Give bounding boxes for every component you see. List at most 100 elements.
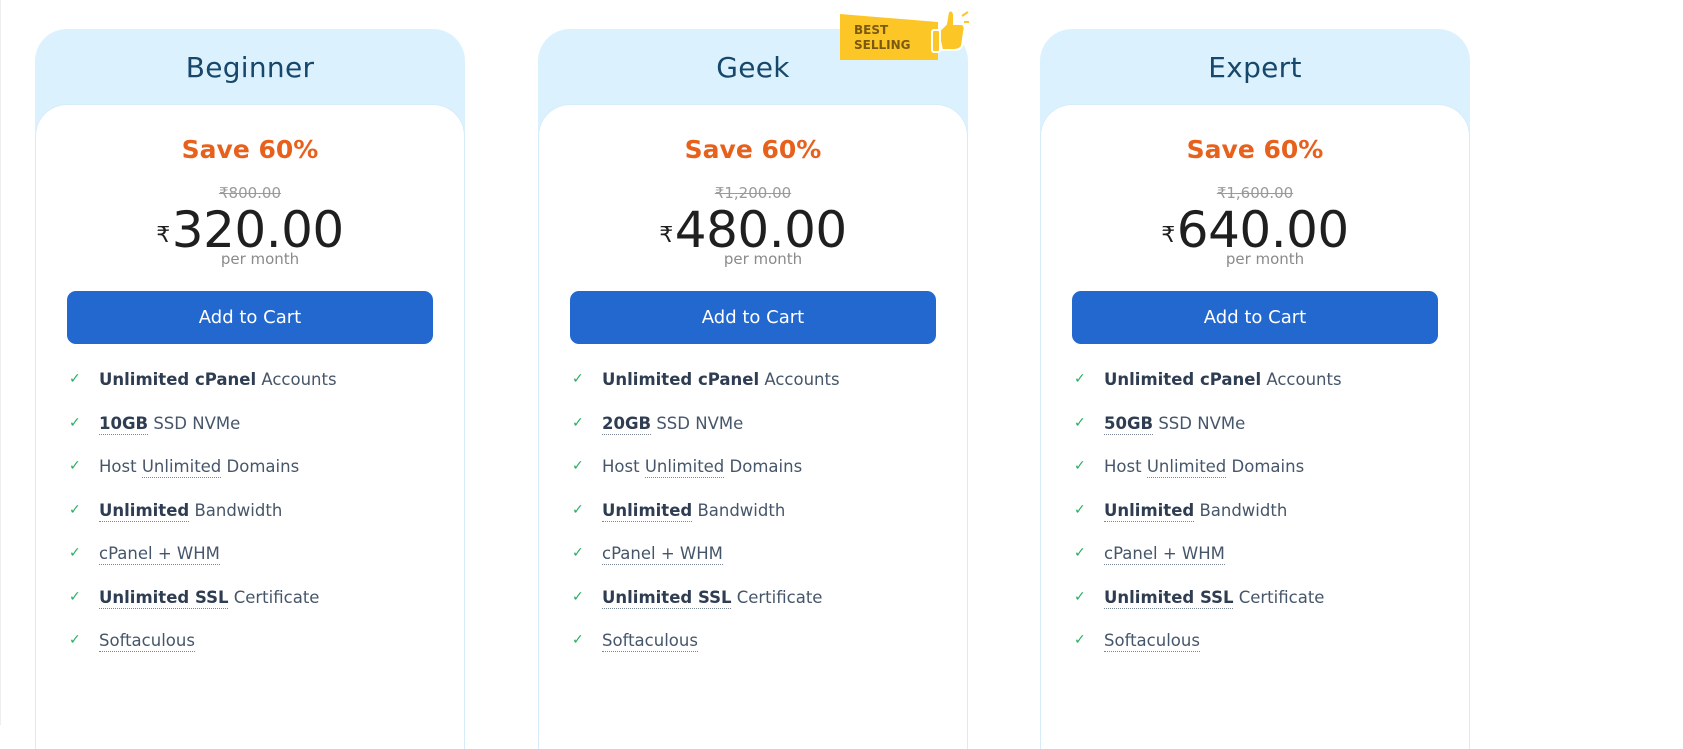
feature-item: ✓ Unlimited Bandwidth	[1074, 500, 1449, 545]
feature-item: ✓ Unlimited cPanel Accounts	[572, 370, 947, 414]
feature-text: Softaculous	[602, 631, 698, 652]
save-label: Save 60%	[181, 135, 319, 164]
check-icon: ✓	[1074, 414, 1086, 431]
feature-tooltip-term[interactable]: Unlimited	[141, 457, 222, 478]
feature-tooltip-term[interactable]: Softaculous	[1104, 631, 1200, 652]
feature-suffix: Domains	[1226, 457, 1305, 476]
billing-period: per month	[723, 250, 803, 268]
badge-ribbon	[840, 14, 938, 60]
plan-card-beginner: Beginner Save 60% ₹800.00 ₹320.00 per mo…	[35, 29, 465, 749]
feature-item: ✓ cPanel + WHM	[69, 544, 444, 588]
feature-suffix: Domains	[221, 457, 300, 476]
currency-symbol: ₹	[1161, 223, 1175, 248]
feature-suffix: Certificate	[731, 587, 823, 607]
billing-period: per month	[220, 250, 300, 268]
original-price: ₹1,600.00	[1216, 184, 1294, 202]
page-edge	[0, 0, 1, 725]
feature-suffix: Accounts	[759, 370, 840, 389]
check-icon: ✓	[1074, 371, 1086, 387]
feature-text: Unlimited Bandwidth	[1104, 500, 1288, 522]
feature-text: Unlimited SSL Certificate	[1104, 587, 1325, 609]
feature-tooltip-term[interactable]: Softaculous	[602, 631, 698, 652]
save-label: Save 60%	[1186, 135, 1324, 164]
feature-prefix: Host	[1104, 457, 1147, 476]
badge-line2: SELLING	[854, 38, 911, 52]
feature-suffix: SSD NVMe	[148, 413, 241, 433]
badge-line1: BEST	[854, 23, 889, 37]
check-icon: ✓	[1074, 588, 1086, 605]
feature-text: Unlimited SSL Certificate	[602, 587, 823, 609]
feature-text: Unlimited cPanel Accounts	[1104, 370, 1342, 389]
feature-prefix: Host	[602, 457, 645, 476]
best-selling-badge: BEST SELLING	[840, 3, 969, 60]
add-to-cart-button[interactable]: Add to Cart	[570, 291, 936, 344]
feature-suffix: Accounts	[1261, 370, 1342, 389]
currency-symbol: ₹	[659, 223, 673, 248]
feature-highlight[interactable]: 10GB	[99, 413, 149, 435]
original-price: ₹800.00	[218, 184, 282, 202]
feature-list: ✓ Unlimited cPanel Accounts ✓ 20GB SSD N…	[572, 370, 947, 675]
check-icon: ✓	[1074, 545, 1086, 561]
feature-highlight[interactable]: Unlimited SSL	[1104, 587, 1234, 609]
feature-list: ✓ Unlimited cPanel Accounts ✓ 10GB SSD N…	[69, 370, 444, 675]
feature-text: Unlimited Bandwidth	[99, 500, 282, 522]
feature-suffix: Bandwidth	[692, 500, 786, 520]
feature-suffix: Certificate	[1233, 587, 1325, 607]
plan-body: Save 60% ₹1,200.00 ₹480.00 per month Add…	[538, 104, 968, 749]
check-icon: ✓	[69, 545, 81, 561]
feature-item: ✓ cPanel + WHM	[572, 544, 947, 588]
feature-highlight[interactable]: 20GB	[602, 413, 652, 435]
check-icon: ✓	[572, 588, 584, 605]
feature-text: Host Unlimited Domains	[602, 457, 803, 478]
feature-item: ✓ Unlimited cPanel Accounts	[69, 370, 444, 414]
feature-highlight[interactable]: 50GB	[1104, 413, 1154, 435]
thumbs-up-icon	[931, 3, 969, 53]
feature-text: Softaculous	[99, 631, 195, 652]
check-icon: ✓	[69, 588, 81, 605]
feature-item: ✓ cPanel + WHM	[1074, 544, 1449, 588]
feature-item: ✓ Unlimited Bandwidth	[69, 500, 444, 545]
original-price: ₹1,200.00	[714, 184, 792, 202]
check-icon: ✓	[1074, 501, 1086, 518]
feature-text: Unlimited Bandwidth	[602, 500, 786, 522]
feature-tooltip-term[interactable]: Unlimited	[644, 457, 725, 478]
feature-text: Unlimited SSL Certificate	[99, 587, 319, 609]
feature-item: ✓ Unlimited SSL Certificate	[69, 587, 444, 632]
plan-body: Save 60% ₹800.00 ₹320.00 per month Add t…	[35, 104, 465, 749]
feature-tooltip-term[interactable]: cPanel + WHM	[602, 544, 723, 565]
feature-highlight[interactable]: Unlimited SSL	[99, 587, 229, 609]
feature-suffix: Bandwidth	[1194, 500, 1288, 520]
feature-tooltip-term[interactable]: Unlimited	[1146, 457, 1227, 478]
feature-text: 50GB SSD NVMe	[1104, 413, 1246, 435]
feature-item: ✓ Host Unlimited Domains	[572, 457, 947, 501]
feature-text: Unlimited cPanel Accounts	[602, 370, 840, 389]
check-icon: ✓	[572, 458, 584, 474]
check-icon: ✓	[69, 632, 81, 648]
feature-text: 10GB SSD NVMe	[99, 413, 241, 435]
feature-highlight[interactable]: Unlimited	[602, 500, 693, 522]
add-to-cart-button[interactable]: Add to Cart	[1072, 291, 1438, 344]
feature-suffix: SSD NVMe	[1153, 413, 1246, 433]
check-icon: ✓	[572, 501, 584, 518]
feature-highlight[interactable]: Unlimited	[99, 500, 190, 522]
feature-highlight: Unlimited cPanel	[1104, 370, 1262, 389]
feature-list: ✓ Unlimited cPanel Accounts ✓ 50GB SSD N…	[1074, 370, 1449, 675]
plan-name: Beginner	[185, 51, 315, 84]
feature-item: ✓ Softaculous	[1074, 631, 1449, 675]
feature-text: cPanel + WHM	[1104, 544, 1225, 565]
feature-tooltip-term[interactable]: cPanel + WHM	[99, 544, 220, 565]
add-to-cart-button[interactable]: Add to Cart	[67, 291, 433, 344]
feature-text: Softaculous	[1104, 631, 1200, 652]
feature-highlight[interactable]: Unlimited	[1104, 500, 1195, 522]
plan-card-expert: Expert Save 60% ₹1,600.00 ₹640.00 per mo…	[1040, 29, 1470, 749]
feature-item: ✓ Unlimited Bandwidth	[572, 500, 947, 545]
check-icon: ✓	[1074, 632, 1086, 648]
feature-suffix: Domains	[724, 457, 803, 476]
plan-card-geek: Geek Save 60% ₹1,200.00 ₹480.00 per mont…	[538, 29, 968, 749]
feature-highlight: Unlimited cPanel	[602, 370, 760, 389]
feature-highlight[interactable]: Unlimited SSL	[602, 587, 732, 609]
plan-body: Save 60% ₹1,600.00 ₹640.00 per month Add…	[1040, 104, 1470, 749]
feature-item: ✓ Unlimited SSL Certificate	[572, 587, 947, 632]
feature-tooltip-term[interactable]: Softaculous	[99, 631, 195, 652]
feature-tooltip-term[interactable]: cPanel + WHM	[1104, 544, 1225, 565]
